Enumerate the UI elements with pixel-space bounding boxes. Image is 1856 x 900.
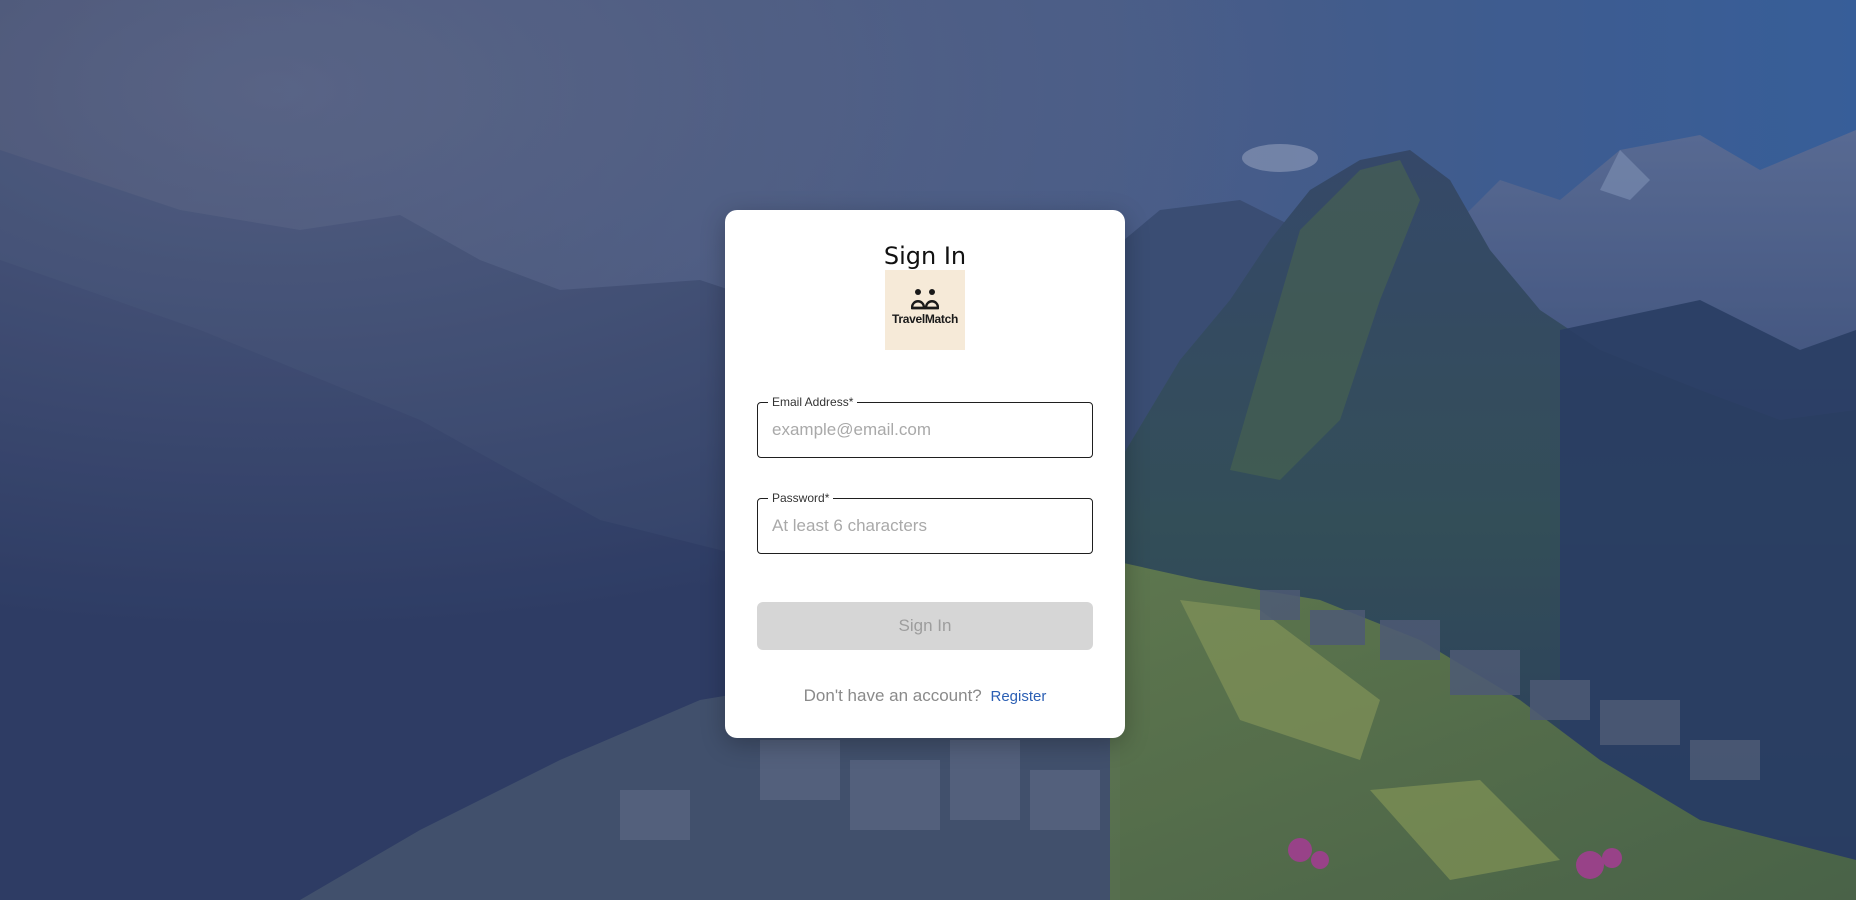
travelmatch-logo: TravelMatch	[885, 270, 965, 350]
email-field: Email Address*	[757, 394, 1093, 458]
register-prompt: Don't have an account? Register	[725, 686, 1125, 706]
page-title: Sign In	[883, 242, 967, 270]
logo-text: TravelMatch	[891, 312, 959, 326]
signin-card: Sign In TravelMatch Email Address* Passw…	[725, 210, 1125, 738]
signin-button[interactable]: Sign In	[757, 602, 1093, 650]
email-input[interactable]	[758, 403, 1092, 457]
password-field: Password*	[757, 490, 1093, 554]
register-link[interactable]: Register	[990, 688, 1046, 705]
password-input[interactable]	[758, 499, 1092, 553]
two-travelers-icon	[910, 288, 940, 315]
register-prompt-text: Don't have an account?	[803, 686, 982, 705]
